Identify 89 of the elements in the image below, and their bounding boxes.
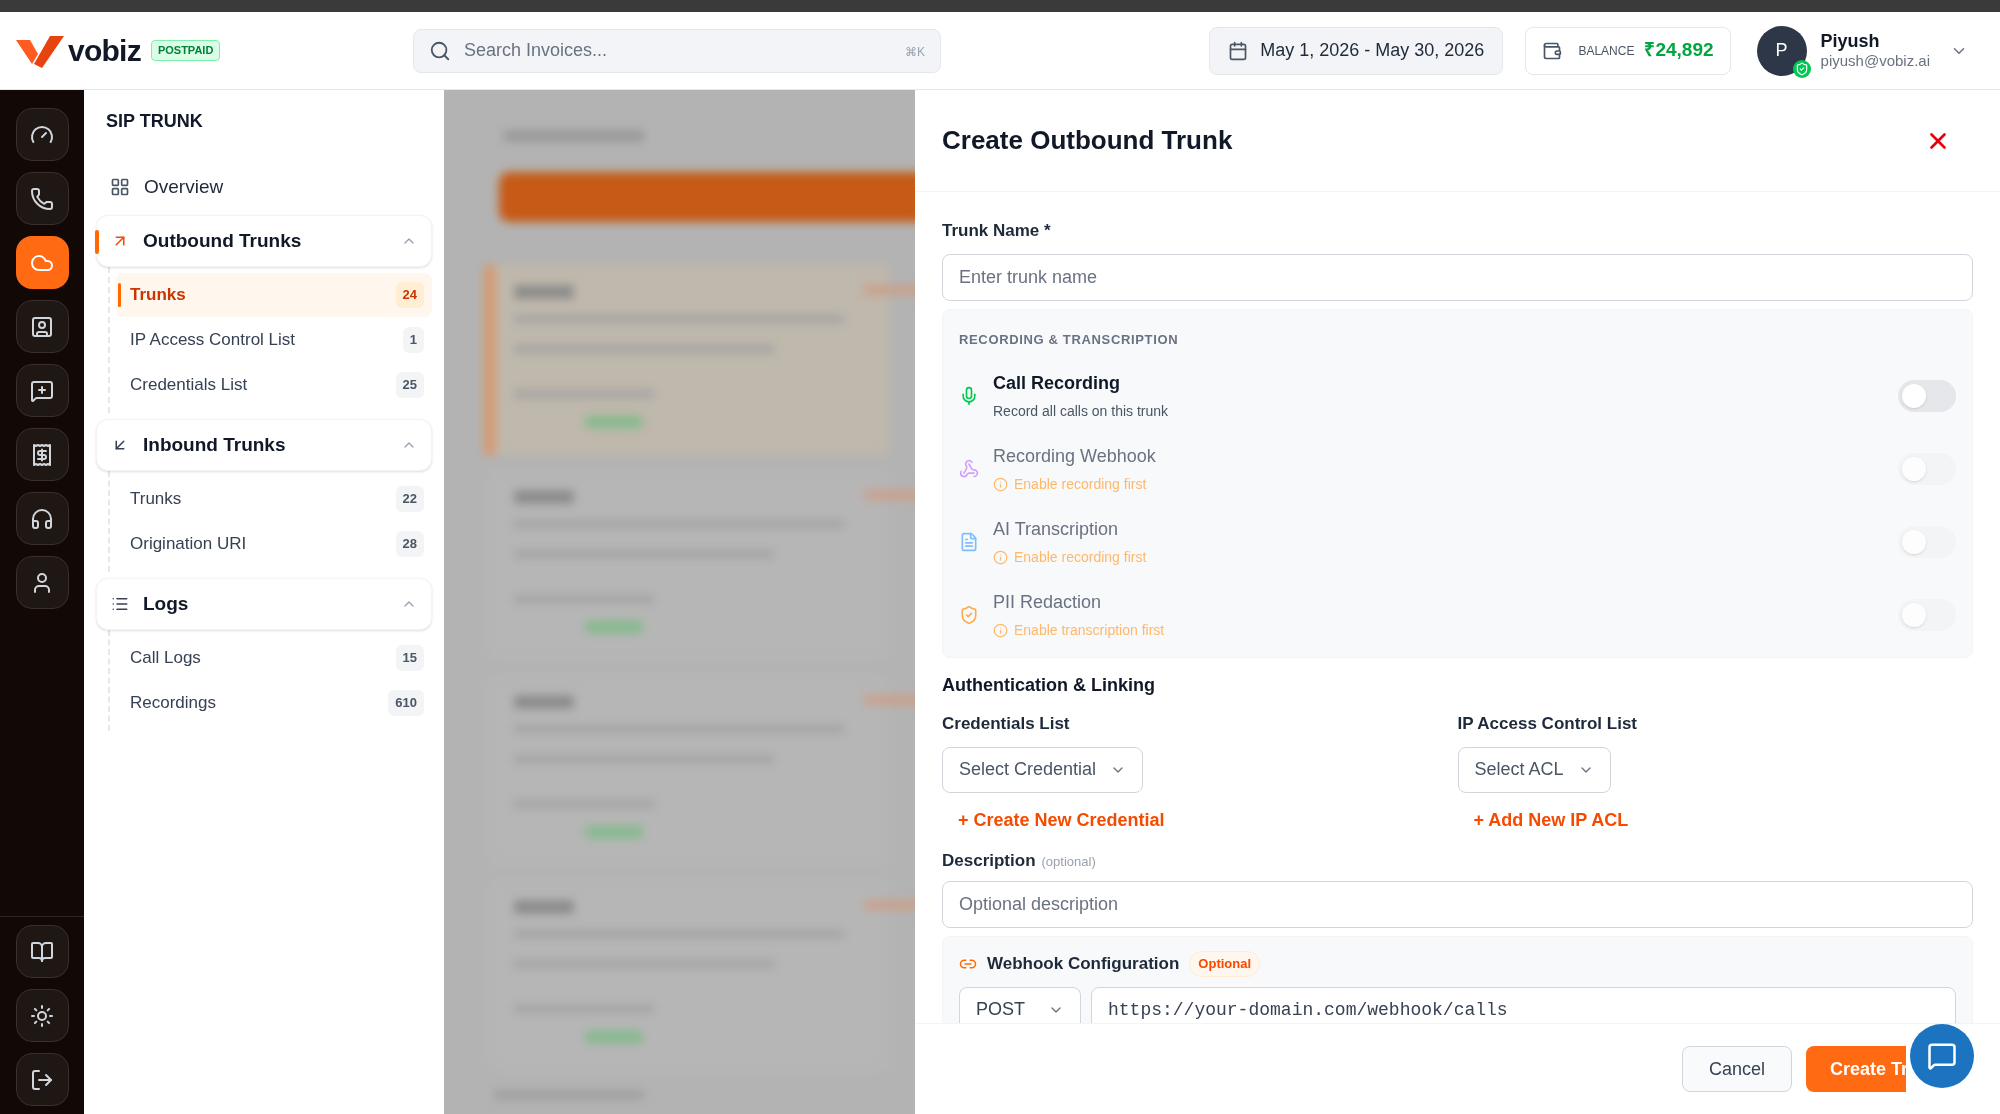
- field-label: IP Access Control List: [1457, 713, 1637, 735]
- drawer-title: Create Outbound Trunk: [942, 124, 1233, 157]
- select-dropdown[interactable]: Select ACL: [1457, 746, 1611, 793]
- trunk-name-field[interactable]: Enter trunk name: [942, 253, 1973, 301]
- nav-item[interactable]: Trunks 24: [116, 273, 432, 317]
- book-icon: [30, 939, 54, 964]
- method-select[interactable]: POST: [959, 986, 1081, 1023]
- section-heading: Authentication & Linking: [942, 674, 1156, 697]
- count-badge: 24: [395, 282, 424, 308]
- nav-item[interactable]: Recordings 610: [116, 681, 432, 725]
- overview-link[interactable]: Overview: [96, 165, 432, 209]
- select-dropdown[interactable]: Select Credential: [942, 746, 1144, 793]
- nav-item[interactable]: Call Logs 15: [116, 636, 432, 680]
- rail-button[interactable]: [15, 989, 69, 1042]
- info-icon: [993, 622, 1008, 638]
- rail-button[interactable]: [15, 300, 69, 353]
- balance-label: BALANCE: [1578, 42, 1635, 60]
- optional-hint: (optional): [1041, 852, 1096, 871]
- webhook-url-field[interactable]: https://your-domain.com/webhook/calls: [1091, 986, 1956, 1023]
- document-icon: [959, 531, 979, 552]
- section-title: RECORDING & TRANSCRIPTION: [959, 330, 1180, 349]
- add-link[interactable]: + Create New Credential: [958, 806, 1165, 834]
- shortcut-hint: ⌘K: [905, 43, 925, 61]
- rail-button[interactable]: [15, 236, 69, 289]
- grid-icon: [110, 177, 130, 197]
- rail-button[interactable]: [15, 556, 69, 609]
- cancel-button[interactable]: Cancel: [1681, 1046, 1792, 1092]
- rail-button[interactable]: [15, 172, 69, 225]
- add-link[interactable]: + Add New IP ACL: [1473, 806, 1629, 834]
- rail-button[interactable]: [15, 925, 69, 978]
- option-hint: Enable transcription first: [1014, 620, 1165, 640]
- field-label: Description: [942, 849, 1036, 872]
- count-badge: 610: [388, 690, 424, 716]
- logo-icon: [16, 33, 64, 68]
- count-badge: 25: [395, 372, 424, 398]
- nav-group-header[interactable]: Inbound Trunks: [96, 419, 432, 471]
- headphones-icon: [30, 506, 54, 531]
- chat-icon: [1927, 1041, 1957, 1071]
- description-field[interactable]: Optional description: [942, 881, 1973, 928]
- rail-button[interactable]: [15, 108, 69, 161]
- user-name: Piyush: [1820, 29, 1881, 53]
- receipt-icon: [30, 442, 54, 467]
- rail-button[interactable]: [15, 428, 69, 481]
- count-badge: 1: [402, 327, 424, 353]
- count-badge: 28: [395, 531, 424, 557]
- logo-text: vobiz: [68, 33, 141, 69]
- phone-icon: [30, 186, 54, 211]
- option-hint: Enable recording first: [1014, 547, 1147, 567]
- nav-item[interactable]: Credentials List 25: [116, 363, 432, 407]
- count-badge: 22: [395, 486, 424, 512]
- shield-icon: [959, 604, 979, 625]
- message-plus-icon: [30, 378, 54, 403]
- nav-item[interactable]: IP Access Control List 1: [116, 318, 432, 362]
- wallet-icon: [1542, 40, 1563, 61]
- option-label: AI Transcription: [993, 517, 1120, 541]
- calendar-icon: [1228, 40, 1249, 61]
- nav-item[interactable]: Origination URI 28: [116, 522, 432, 566]
- user-email: piyush@vobiz.ai: [1820, 52, 1930, 72]
- contact-card-icon: [30, 314, 54, 339]
- microphone-icon: [959, 385, 979, 406]
- plan-badge: POSTPAID: [150, 40, 221, 61]
- search-icon: [429, 39, 451, 62]
- balance-value: ₹24,892: [1644, 38, 1714, 63]
- rail-button[interactable]: [15, 1053, 69, 1106]
- logout-icon: [30, 1067, 54, 1092]
- field-label: Trunk Name *: [942, 220, 1052, 242]
- rail-button[interactable]: [15, 492, 69, 545]
- webhook-icon: [959, 458, 979, 479]
- count-badge: 15: [395, 645, 424, 671]
- rail-button[interactable]: [15, 364, 69, 417]
- option-label: Call Recording: [993, 371, 1122, 395]
- info-icon: [993, 476, 1008, 492]
- webhook-title: Webhook Configuration: [987, 953, 1180, 975]
- option-label: PII Redaction: [993, 590, 1103, 614]
- field-label: Credentials List: [942, 713, 1070, 735]
- option-description: Record all calls on this trunk: [993, 401, 1170, 421]
- option-hint: Enable recording first: [1014, 474, 1147, 494]
- sun-icon: [30, 1003, 54, 1028]
- date-range-picker[interactable]: May 1, 2026 - May 30, 2026: [1209, 26, 1504, 75]
- nav-group-header[interactable]: Outbound Trunks: [96, 215, 432, 267]
- user-avatar[interactable]: P: [1756, 25, 1807, 76]
- info-icon: [993, 549, 1008, 565]
- nav-title: SIP TRUNK: [105, 110, 204, 133]
- active-indicator: [95, 230, 99, 254]
- optional-badge: Optional: [1189, 951, 1261, 977]
- toggle-switch[interactable]: [1898, 379, 1956, 412]
- option-label: Recording Webhook: [993, 444, 1157, 468]
- nav-item[interactable]: Trunks 22: [116, 477, 432, 521]
- nav-group-header[interactable]: Logs: [96, 578, 432, 630]
